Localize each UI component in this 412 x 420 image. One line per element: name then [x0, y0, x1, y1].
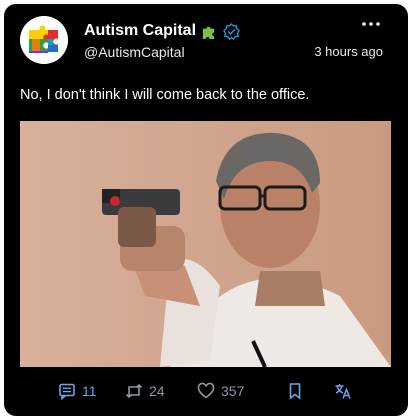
heart-icon	[197, 382, 215, 399]
handle[interactable]: @AutismCapital	[84, 44, 185, 60]
like-button[interactable]: 357	[197, 380, 244, 402]
post-image[interactable]	[20, 121, 391, 367]
verified-icon	[223, 22, 240, 40]
post-text: No, I don't think I will come back to th…	[20, 87, 310, 103]
bookmark-button[interactable]	[286, 380, 304, 402]
reply-button[interactable]: 11	[58, 380, 97, 402]
retweet-count: 24	[149, 383, 165, 399]
reply-count: 11	[82, 383, 97, 399]
author-row: Autism Capital	[84, 20, 240, 42]
tweet-card[interactable]: Autism Capital @AutismCapital 3 hours ag…	[4, 4, 408, 416]
puzzle-piece-icon	[202, 26, 215, 39]
more-options-icon[interactable]	[360, 16, 382, 32]
like-count: 357	[221, 383, 245, 399]
avatar[interactable]	[20, 16, 68, 64]
photo-shooter-illustration	[20, 121, 391, 367]
translate-button[interactable]	[334, 380, 352, 402]
display-name[interactable]: Autism Capital	[84, 22, 196, 40]
puzzle-logo-icon	[20, 16, 68, 64]
retweet-button[interactable]: 24	[125, 380, 165, 402]
translate-icon	[335, 384, 351, 399]
bookmark-icon	[289, 383, 301, 400]
comment-icon	[59, 383, 75, 400]
timestamp[interactable]: 3 hours ago	[314, 44, 383, 59]
retweet-icon	[125, 383, 143, 399]
action-bar: 11 24 357	[4, 380, 408, 402]
